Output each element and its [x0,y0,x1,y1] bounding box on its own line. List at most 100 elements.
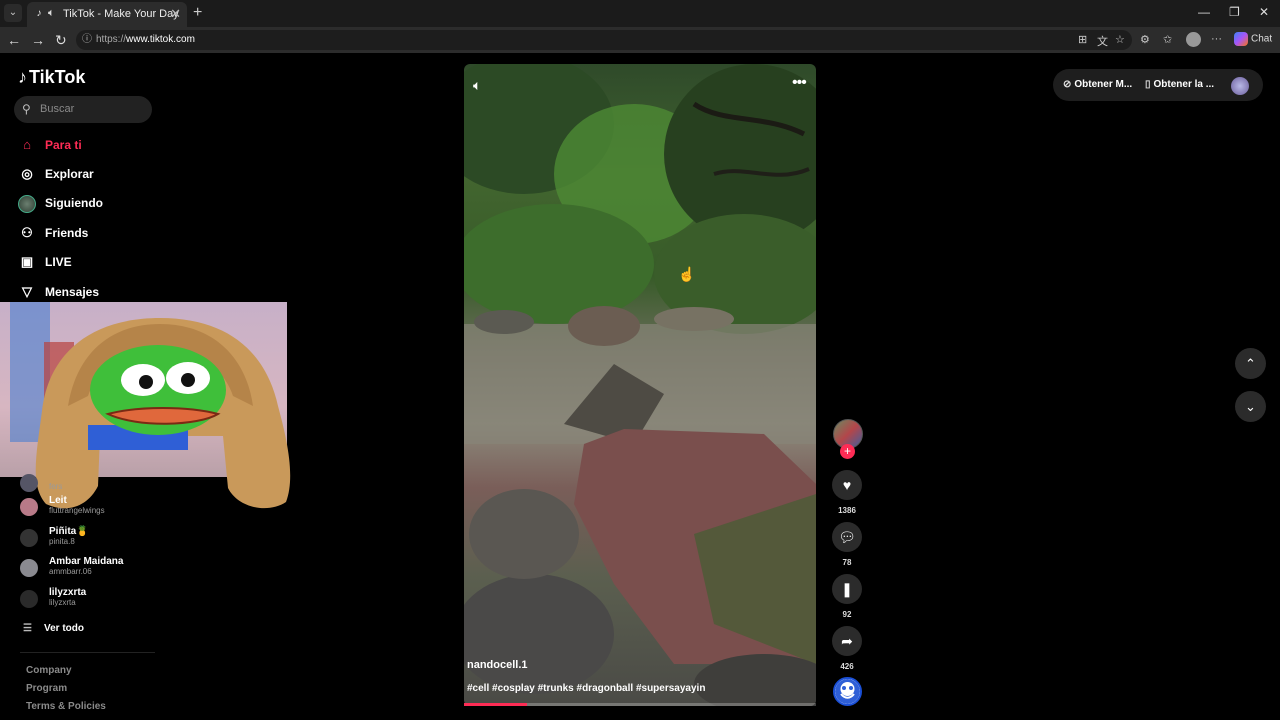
account-handle: ammbarr.06 [49,567,92,576]
nav-item-live[interactable]: ▣ LIVE [18,254,72,270]
comment-count: 78 [842,558,852,567]
profile-avatar[interactable] [1186,32,1201,47]
share-button[interactable]: ➦ [832,626,862,656]
account-handle: pinita.8 [49,537,75,546]
url-prefix: https:// [96,34,127,45]
chevron-down-icon: ⌄ [1245,399,1256,414]
account-avatar [20,498,38,516]
save-button[interactable]: ❚ [832,574,862,604]
like-count: 1386 [838,506,856,515]
previous-video-button[interactable]: ⌃ [1235,348,1266,379]
bookmark-icon: ❚ [841,581,853,597]
close-tab-icon[interactable]: ✕ [170,6,181,22]
url-input[interactable]: ⓘ https://www.tiktok.com [76,30,1132,50]
send-icon: ▽ [22,284,32,299]
chat-label: Chat [1251,33,1273,45]
user-avatar[interactable] [1231,77,1249,95]
music-disc-icon [835,679,860,704]
video-author[interactable]: nandocell.1 [467,659,528,671]
account-avatar [20,559,38,577]
forward-icon[interactable]: → [31,32,45,48]
tiktok-logo[interactable]: ♪ TikTok [18,67,85,88]
extensions-icon[interactable]: ⚙ [1140,33,1150,46]
search-icon: ⚲ [22,102,31,116]
account-avatar [20,529,38,547]
home-icon: ⌂ [23,137,31,152]
translate-icon[interactable]: 文 [1097,33,1108,49]
account-name: Piñita🍍 [49,526,89,537]
tiktok-note-icon: ♪ [18,67,27,87]
phone-icon: ▯ [1145,79,1151,90]
music-disc[interactable] [833,677,862,706]
nav-label: Para ti [45,138,82,152]
coin-icon: ⊘ [1063,79,1072,90]
comment-button[interactable]: 💬︎ [832,522,862,552]
footer-link-company[interactable]: Company [26,665,72,676]
copilot-chat-button[interactable]: Chat [1234,32,1272,46]
tiktok-favicon-icon: ♪ [36,8,42,19]
avatar-icon [18,195,36,213]
nav-label: Friends [45,226,89,240]
favorite-star-icon[interactable]: ☆ [1115,33,1125,46]
see-all-link[interactable]: ☰ Ver todo [23,623,84,634]
get-app-label: Obtener la ... [1153,79,1215,90]
see-all-label: Ver todo [43,623,84,634]
account-handle: fluttrangelwings [49,506,105,515]
account-avatar [20,590,38,608]
account-name: Ambar Maidana [49,556,124,567]
logo-text: TikTok [29,67,86,87]
volume-icon[interactable]: 🔈︎ [473,77,481,94]
pepe-frog-image [88,345,226,450]
reload-icon[interactable]: ↻ [55,32,67,49]
pointer-cursor-icon: ☝ [678,266,696,282]
video-more-icon[interactable]: ••• [792,74,807,92]
friends-icon: ⚇ [21,225,33,240]
browser-tab[interactable]: ♪ 🔈︎ TikTok - Make Your Day ✕ [27,2,187,27]
get-coins-button[interactable]: ⊘ Obtener M... [1063,79,1132,90]
like-button[interactable]: ♥ [832,470,862,500]
speaker-icon[interactable]: 🔈︎ [48,7,55,20]
nav-label: LIVE [45,255,72,269]
video-progress-fill [464,703,528,706]
account-name: Leit [49,495,67,506]
apps-icon[interactable]: ⊞ [1078,33,1087,46]
search-input[interactable]: ⚲ Buscar [14,96,152,123]
video-player[interactable] [464,64,816,706]
nav-item-following[interactable]: Siguiendo [18,195,103,213]
minimize-icon[interactable]: — [1198,5,1210,19]
tab-list-button[interactable]: ⌄ [4,4,22,22]
back-icon[interactable]: ← [7,32,21,48]
video-progress-bar[interactable] [464,703,816,706]
heart-icon: ♥ [842,477,852,493]
get-coins-label: Obtener M... [1074,79,1133,90]
follow-plus-icon[interactable]: + [840,444,855,459]
video-description[interactable]: #cell #cosplay #trunks #dragonball #supe… [467,683,705,694]
comment-icon: 💬︎ [838,529,856,545]
search-placeholder: Buscar [40,103,75,115]
nav-item-for-you[interactable]: ⌂ Para ti [18,137,82,152]
new-tab-icon[interactable]: + [193,4,202,22]
nav-item-friends[interactable]: ⚇ Friends [18,225,88,241]
get-app-button[interactable]: ▯ Obtener la ... [1145,79,1214,90]
favorites-icon[interactable]: ✩ [1163,33,1172,46]
more-options-icon[interactable]: ··· [1211,33,1222,45]
save-count: 92 [842,610,852,619]
footer-link-program[interactable]: Program [26,683,67,694]
account-handle: lilyzxrta [49,598,76,607]
nav-item-explore[interactable]: ◎ Explorar [18,166,94,182]
next-video-button[interactable]: ⌄ [1235,391,1266,422]
nav-label: Explorar [45,167,94,181]
live-icon: ▣ [20,254,34,269]
footer-link-terms[interactable]: Terms & Policies [26,701,106,712]
nav-label: Siguiendo [45,196,103,211]
video-frame-image [464,64,816,706]
nav-label: Mensajes [45,285,100,299]
share-icon: ➦ [841,633,853,649]
site-info-icon[interactable]: ⓘ [82,30,92,50]
restore-icon[interactable]: ❐ [1229,5,1240,19]
nav-item-messages[interactable]: ▽ Mensajes [18,284,99,300]
close-window-icon[interactable]: ✕ [1259,5,1269,19]
browser-tab-bar: ⌄ ♪ 🔈︎ TikTok - Make Your Day ✕ + — ❐ ✕ [0,0,1280,27]
compass-icon: ◎ [21,166,33,181]
copilot-icon [1234,32,1248,46]
